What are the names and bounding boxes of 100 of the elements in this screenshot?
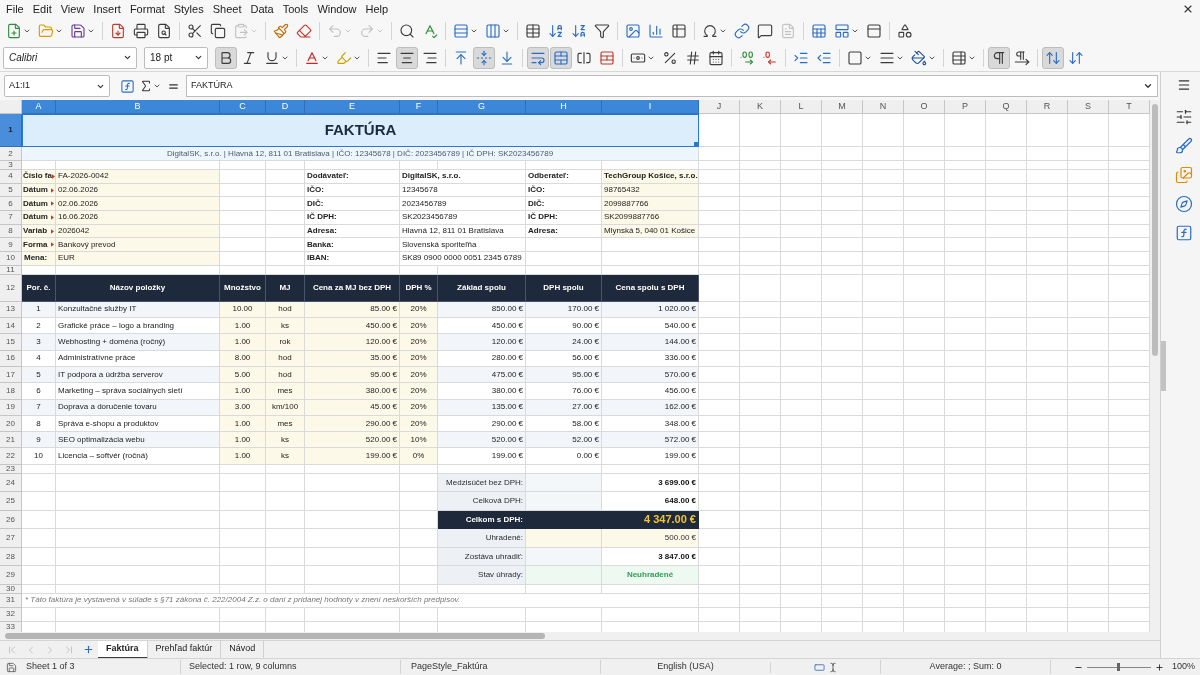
- column-header[interactable]: L: [781, 100, 822, 114]
- menu-item[interactable]: Help: [362, 3, 392, 15]
- properties-button[interactable]: [1174, 108, 1193, 126]
- column-heading: DPH %: [400, 274, 438, 302]
- column-header[interactable]: P: [945, 100, 986, 114]
- column-header[interactable]: T: [1109, 100, 1150, 114]
- column-header[interactable]: R: [1027, 100, 1068, 114]
- sidebar-menu-button[interactable]: [1176, 78, 1191, 92]
- column-header[interactable]: C: [220, 100, 266, 114]
- folder-icon: [38, 23, 54, 39]
- bold-button[interactable]: [215, 46, 237, 69]
- rectangle-icon[interactable]: [813, 661, 826, 673]
- row-header[interactable]: 22: [0, 448, 22, 465]
- column-header[interactable]: S: [1068, 100, 1109, 114]
- align-center-button[interactable]: [396, 46, 418, 69]
- scrollbar-thumb[interactable]: [5, 633, 545, 639]
- sheet-tab[interactable]: Faktúra: [98, 640, 148, 659]
- menu-item[interactable]: Sheet: [209, 3, 245, 15]
- text-cursor-icon[interactable]: [828, 661, 838, 673]
- font-size-field[interactable]: 18 pt: [144, 46, 208, 69]
- scrollbar-thumb[interactable]: [1152, 104, 1158, 356]
- row-header[interactable]: 2: [0, 147, 22, 161]
- field-value: SK89 0900 0000 0051 2345 6789: [400, 252, 526, 266]
- menu-item[interactable]: Insert: [90, 3, 124, 15]
- menu-item[interactable]: View: [57, 3, 88, 15]
- row-header[interactable]: 23: [0, 464, 22, 474]
- add-sheet-button[interactable]: [83, 644, 94, 655]
- menu-item[interactable]: File: [3, 3, 27, 15]
- row-header[interactable]: 7: [0, 211, 22, 225]
- language[interactable]: English (USA): [657, 660, 714, 674]
- column-header[interactable]: J: [699, 100, 740, 114]
- menu-item[interactable]: Format: [126, 3, 168, 15]
- vertical-scrollbar[interactable]: [1150, 100, 1160, 632]
- text-direction-horizontal-button[interactable]: [1042, 46, 1064, 69]
- column-header[interactable]: K: [740, 100, 781, 114]
- column-header[interactable]: B: [56, 100, 220, 114]
- font-name-field[interactable]: Calibri: [3, 46, 137, 69]
- row-header[interactable]: 30: [0, 584, 22, 594]
- row-header[interactable]: 9: [0, 238, 22, 253]
- formula-input[interactable]: FAKTÚRA: [186, 75, 1158, 97]
- column-header[interactable]: Q: [986, 100, 1027, 114]
- menu-item[interactable]: Data: [247, 3, 277, 15]
- sort-ascending-icon: [548, 23, 564, 39]
- row-header[interactable]: 11: [0, 265, 22, 275]
- table-cell: SEO optimalizácia webu: [56, 432, 220, 449]
- row-header[interactable]: 27: [0, 529, 22, 548]
- summary-label: Stav úhrady:: [438, 566, 526, 585]
- row-header[interactable]: 21: [0, 432, 22, 449]
- functions-button[interactable]: [1174, 224, 1193, 242]
- row-header[interactable]: 17: [0, 367, 22, 384]
- row-header[interactable]: 15: [0, 334, 22, 351]
- table-cell: 120.00 €: [305, 334, 400, 351]
- table-cell: IT podpora a údržba serverov: [56, 367, 220, 384]
- menu-item[interactable]: Styles: [170, 3, 207, 15]
- row-header[interactable]: 18: [0, 383, 22, 400]
- function-wizard-button[interactable]: [120, 78, 135, 94]
- bar-chart-icon: [648, 23, 664, 39]
- menu-item[interactable]: Tools: [279, 3, 312, 15]
- slider-thumb[interactable]: [1117, 663, 1121, 671]
- close-button[interactable]: [1182, 3, 1194, 15]
- table-cell: 95.00 €: [526, 367, 602, 384]
- page-style: PageStyle_Faktúra: [411, 661, 488, 672]
- row-header[interactable]: 4: [0, 170, 22, 184]
- column-header[interactable]: F: [400, 100, 438, 114]
- column-header[interactable]: O: [904, 100, 945, 114]
- sidebar-handle[interactable]: [1161, 341, 1166, 391]
- column-header[interactable]: E: [305, 100, 400, 114]
- row-header[interactable]: 6: [0, 197, 22, 212]
- bold-icon: [218, 49, 234, 66]
- navigator-button[interactable]: [1174, 195, 1193, 213]
- column-header[interactable]: M: [822, 100, 863, 114]
- row-header[interactable]: 14: [0, 318, 22, 335]
- menu-item[interactable]: Window: [314, 3, 360, 15]
- row-header[interactable]: 12: [0, 274, 22, 302]
- zoom-in-button[interactable]: [1154, 662, 1164, 672]
- zoom-level[interactable]: 100%: [1171, 660, 1195, 674]
- column-header[interactable]: H: [526, 100, 602, 114]
- styles-button[interactable]: [1174, 137, 1193, 155]
- menu-item[interactable]: Edit: [29, 3, 55, 15]
- row-header[interactable]: 25: [0, 492, 22, 511]
- align-middle-button[interactable]: [473, 46, 495, 69]
- column-header[interactable]: I: [602, 100, 699, 114]
- column-header[interactable]: G: [438, 100, 526, 114]
- row-header[interactable]: 1: [0, 114, 22, 147]
- column-header[interactable]: N: [863, 100, 904, 114]
- column-header[interactable]: A: [22, 100, 56, 114]
- name-box[interactable]: A1:I1: [4, 75, 110, 97]
- wrap-text-button[interactable]: [527, 46, 549, 69]
- left-to-right-button[interactable]: [988, 46, 1010, 69]
- column-header[interactable]: D: [266, 100, 305, 114]
- gallery-button[interactable]: [1174, 166, 1193, 184]
- horizontal-scrollbar[interactable]: [0, 632, 1160, 640]
- merge-center-button[interactable]: [550, 46, 572, 69]
- overflow-arrow-icon: [51, 173, 55, 179]
- table-cell: 520.00 €: [438, 432, 526, 449]
- row-header[interactable]: 29: [0, 566, 22, 585]
- sum-button[interactable]: [139, 79, 161, 93]
- field-label: IČ DPH:: [305, 211, 400, 225]
- row-header[interactable]: 10: [0, 252, 22, 266]
- zoom-slider[interactable]: [1086, 662, 1151, 672]
